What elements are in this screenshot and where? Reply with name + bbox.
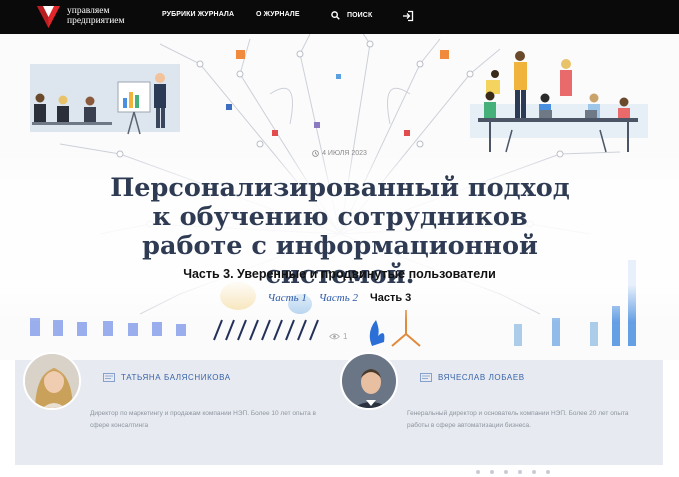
login-icon[interactable] — [402, 10, 414, 22]
eye-icon — [329, 333, 340, 340]
author-bio: Директор по маркетингу и продажам компан… — [90, 410, 316, 429]
author-bio: Генеральный директор и основатель компан… — [407, 410, 629, 429]
authors-section: ТАТЬЯНА БАЛЯСНИКОВА Директор по маркетин… — [15, 352, 663, 465]
author-avatar[interactable] — [340, 352, 398, 410]
logo-text: управляем предприятием — [67, 6, 125, 26]
article-parts-nav: Часть 1 Часть 2 Часть 3 — [0, 292, 679, 304]
view-count: 1 — [343, 332, 348, 341]
part-3-current: Часть 3 — [370, 292, 412, 304]
dot — [518, 470, 522, 474]
article-subtitle: Часть 3. Уверенные и продвинутые пользов… — [183, 267, 496, 281]
search-icon — [331, 11, 340, 20]
author-name-link[interactable]: ВЯЧЕСЛАВ ЛОБАЕВ — [420, 373, 525, 382]
author-avatar[interactable] — [23, 352, 81, 410]
dot — [476, 470, 480, 474]
nav-about-link[interactable]: О ЖУРНАЛЕ — [256, 11, 300, 18]
decorative-dots — [476, 470, 550, 474]
publish-date: 4 ИЮЛЯ 2023 — [0, 150, 679, 157]
author-name-link[interactable]: ТАТЬЯНА БАЛЯСНИКОВА — [103, 373, 231, 382]
clock-icon — [312, 150, 319, 157]
nav-rubrics-link[interactable]: РУБРИКИ ЖУРНАЛА — [162, 11, 234, 18]
author-photo — [342, 354, 396, 408]
nav-search-button[interactable]: ПОИСК — [331, 11, 372, 20]
author-name: ВЯЧЕСЛАВ ЛОБАЕВ — [438, 373, 525, 382]
part-2-link[interactable]: Часть 2 — [319, 292, 358, 304]
author-card-icon — [420, 373, 432, 382]
dot — [490, 470, 494, 474]
author-card: ВЯЧЕСЛАВ ЛОБАЕВ Генеральный директор и о… — [340, 352, 640, 465]
dot — [504, 470, 508, 474]
author-name: ТАТЬЯНА БАЛЯСНИКОВА — [121, 373, 231, 382]
dot — [546, 470, 550, 474]
publish-date-text: 4 ИЮЛЯ 2023 — [322, 150, 367, 157]
logo-line-2: предприятием — [67, 16, 125, 26]
top-navigation-bar: управляем предприятием РУБРИКИ ЖУРНАЛА О… — [0, 0, 679, 34]
site-logo[interactable]: управляем предприятием — [36, 4, 141, 30]
author-card: ТАТЬЯНА БАЛЯСНИКОВА Директор по маркетин… — [23, 352, 323, 465]
author-card-icon — [103, 373, 115, 382]
dot — [532, 470, 536, 474]
article-hero: 4 ИЮЛЯ 2023 Персонализированный подход к… — [0, 34, 679, 360]
author-photo — [25, 354, 79, 408]
part-1-link[interactable]: Часть 1 — [268, 292, 307, 304]
view-counter: 1 — [329, 332, 347, 341]
search-label: ПОИСК — [347, 12, 373, 19]
logo-mark-icon — [37, 6, 60, 28]
logo-line-1: управляем — [67, 6, 110, 16]
